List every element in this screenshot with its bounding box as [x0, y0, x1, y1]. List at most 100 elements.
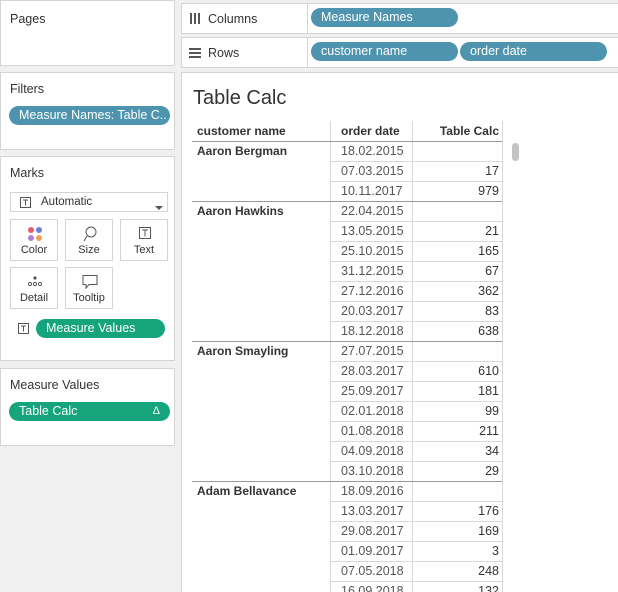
delta-badge-icon: Δ — [152, 405, 160, 417]
table-calc-cell[interactable]: 3 — [413, 544, 499, 558]
pill-label: Table Calc — [19, 404, 78, 418]
filter-pill-measure-names[interactable]: Measure Names: Table C.. — [9, 106, 170, 125]
order-date-cell[interactable]: 25.10.2015 — [341, 244, 404, 258]
rows-shelf[interactable]: Rows customer name order date — [181, 37, 618, 68]
table-calc-cell[interactable]: 17 — [413, 164, 499, 178]
chevron-down-icon — [155, 200, 163, 214]
table-calc-cell[interactable]: 638 — [413, 324, 499, 338]
order-date-cell[interactable]: 16.09.2018 — [341, 584, 404, 592]
order-date-cell[interactable]: 02.01.2018 — [341, 404, 404, 418]
order-date-cell[interactable]: 29.08.2017 — [341, 524, 404, 538]
order-date-cell[interactable]: 13.03.2017 — [341, 504, 404, 518]
columns-shelf-label: Columns — [182, 4, 308, 33]
row-divider — [330, 381, 502, 382]
group-divider — [192, 341, 502, 342]
row-divider — [330, 461, 502, 462]
header-customer-name[interactable]: customer name — [197, 124, 286, 140]
table-calc-cell[interactable]: 67 — [413, 264, 499, 278]
table-calc-cell[interactable]: 248 — [413, 564, 499, 578]
order-date-cell[interactable]: 01.09.2017 — [341, 544, 404, 558]
detail-button[interactable]: Detail — [10, 267, 58, 309]
filters-card[interactable]: Filters Measure Names: Table C.. — [0, 72, 175, 150]
row-divider — [330, 161, 502, 162]
view-title: Table Calc — [193, 87, 287, 109]
table-calc-cell[interactable]: 181 — [413, 384, 499, 398]
table-calc-cell[interactable]: 362 — [413, 284, 499, 298]
table-calc-cell[interactable]: 169 — [413, 524, 499, 538]
text-button[interactable]: Text — [120, 219, 168, 261]
order-date-cell[interactable]: 10.11.2017 — [341, 184, 403, 198]
order-date-cell[interactable]: 07.03.2015 — [341, 164, 404, 178]
header-order-date[interactable]: order date — [341, 124, 400, 140]
text-t-icon — [139, 227, 151, 239]
table-calc-cell[interactable]: 176 — [413, 504, 499, 518]
group-divider — [192, 481, 502, 482]
customer-name-cell[interactable]: Aaron Bergman — [197, 144, 287, 158]
row-divider — [330, 581, 502, 582]
size-lasso-icon — [83, 226, 97, 242]
vertical-scrollbar[interactable] — [511, 143, 521, 592]
table-calc-cell[interactable]: 132 — [413, 584, 499, 592]
row-divider — [330, 181, 502, 182]
table-calc-cell[interactable]: 211 — [413, 424, 499, 438]
order-date-cell[interactable]: 27.12.2016 — [341, 284, 404, 298]
group-divider — [192, 141, 502, 142]
columns-pill-measure-names[interactable]: Measure Names — [311, 8, 458, 27]
order-date-cell[interactable]: 01.08.2018 — [341, 424, 404, 438]
color-label: Color — [20, 244, 48, 256]
row-divider — [330, 541, 502, 542]
order-date-cell[interactable]: 28.03.2017 — [341, 364, 404, 378]
order-date-cell[interactable]: 18.12.2018 — [341, 324, 404, 338]
text-label: Text — [133, 244, 155, 256]
view-area[interactable]: Table Calc customer name order date Tabl… — [181, 72, 618, 592]
row-divider — [330, 221, 502, 222]
order-date-cell[interactable]: 03.10.2018 — [341, 464, 404, 478]
customer-name-cell[interactable]: Aaron Hawkins — [197, 204, 284, 218]
order-date-cell[interactable]: 04.09.2018 — [341, 444, 404, 458]
columns-shelf[interactable]: Columns Measure Names — [181, 3, 618, 34]
rows-pill-order-date[interactable]: order date — [460, 42, 607, 61]
color-button[interactable]: Color — [10, 219, 58, 261]
table-calc-cell[interactable]: 979 — [413, 184, 499, 198]
scrollbar-thumb[interactable] — [512, 143, 519, 161]
table-calc-cell[interactable]: 21 — [413, 224, 499, 238]
text-t-icon — [20, 197, 31, 211]
pages-card[interactable]: Pages — [0, 0, 175, 66]
table-calc-cell[interactable]: 610 — [413, 364, 499, 378]
table-calc-cell[interactable]: 34 — [413, 444, 499, 458]
row-divider — [330, 501, 502, 502]
rows-pill-customer-name[interactable]: customer name — [311, 42, 458, 61]
columns-icon — [190, 13, 200, 24]
marks-card: Marks Automatic Color Size Text Detail T… — [0, 156, 175, 361]
pages-title: Pages — [10, 12, 46, 26]
detail-dots-icon — [27, 276, 43, 287]
order-date-cell[interactable]: 13.05.2015 — [341, 224, 404, 238]
order-date-cell[interactable]: 27.07.2015 — [341, 344, 404, 358]
table-calc-cell[interactable]: 165 — [413, 244, 499, 258]
customer-name-cell[interactable]: Aaron Smayling — [197, 344, 288, 358]
customer-name-cell[interactable]: Adam Bellavance — [197, 484, 296, 498]
marks-measure-values-pill[interactable]: Measure Values — [36, 319, 165, 338]
measure-values-pill-table-calc[interactable]: Table Calc Δ — [9, 402, 170, 421]
order-date-cell[interactable]: 22.04.2015 — [341, 204, 404, 218]
order-date-cell[interactable]: 07.05.2018 — [341, 564, 404, 578]
row-divider — [330, 301, 502, 302]
tooltip-button[interactable]: Tooltip — [65, 267, 113, 309]
measure-values-card: Measure Values Table Calc Δ — [0, 368, 175, 446]
row-divider — [330, 521, 502, 522]
mark-type-dropdown[interactable]: Automatic — [10, 192, 168, 212]
table-calc-cell[interactable]: 83 — [413, 304, 499, 318]
row-divider — [330, 441, 502, 442]
header-table-calc[interactable]: Table Calc — [413, 124, 499, 140]
row-divider — [330, 281, 502, 282]
order-date-cell[interactable]: 25.09.2017 — [341, 384, 404, 398]
order-date-cell[interactable]: 20.03.2017 — [341, 304, 404, 318]
order-date-cell[interactable]: 18.02.2015 — [341, 144, 404, 158]
rows-label: Rows — [208, 45, 240, 60]
size-button[interactable]: Size — [65, 219, 113, 261]
table-calc-cell[interactable]: 99 — [413, 404, 499, 418]
mark-type-label: Automatic — [41, 196, 93, 208]
table-calc-cell[interactable]: 29 — [413, 464, 499, 478]
order-date-cell[interactable]: 31.12.2015 — [341, 264, 404, 278]
order-date-cell[interactable]: 18.09.2016 — [341, 484, 404, 498]
